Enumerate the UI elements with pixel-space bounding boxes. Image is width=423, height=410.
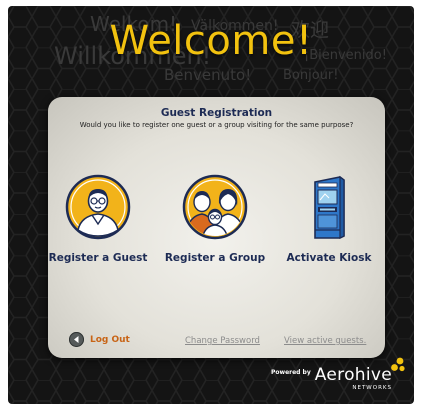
register-guest-label: Register a Guest: [48, 252, 148, 264]
brand-name: Aerohive: [314, 365, 392, 385]
brand-dots-icon: [390, 357, 406, 377]
greeting-benvenuto: Benvenuto!: [164, 66, 252, 84]
logout-label: Log Out: [90, 334, 130, 345]
activate-kiosk-label: Activate Kiosk: [286, 252, 372, 264]
powered-by-branding: Powered by Aerohive NETWORKS: [271, 357, 405, 391]
powered-by-text: Powered by: [271, 369, 311, 376]
view-active-guests-link[interactable]: View active guests.: [284, 336, 366, 346]
change-password-link[interactable]: Change Password: [185, 336, 260, 346]
activate-kiosk-button[interactable]: Activate Kiosk: [274, 174, 384, 264]
register-group-label: Register a Group: [164, 252, 266, 264]
greeting-bonjour: Bonjour!: [283, 68, 339, 83]
guest-registration-panel: Guest Registration Would you like to reg…: [48, 97, 385, 358]
register-group-button[interactable]: Register a Group: [160, 174, 270, 264]
logout-button[interactable]: Log Out: [69, 332, 130, 347]
app-frame: Welkom! Välkommen! 欢迎 Willkommen! Benven…: [8, 6, 414, 404]
group-guests-icon: [160, 174, 270, 244]
panel-subtitle: Would you like to register one guest or …: [79, 121, 354, 129]
panel-title: Guest Registration: [160, 107, 273, 119]
back-arrow-icon: [69, 332, 84, 347]
register-guest-button[interactable]: Register a Guest: [43, 174, 153, 264]
brand-sub: NETWORKS: [352, 385, 392, 391]
welcome-title: Welcome!: [109, 18, 313, 64]
single-guest-icon: [43, 174, 153, 244]
aerohive-logo: Aerohive NETWORKS: [314, 357, 405, 391]
kiosk-icon: [274, 174, 384, 244]
